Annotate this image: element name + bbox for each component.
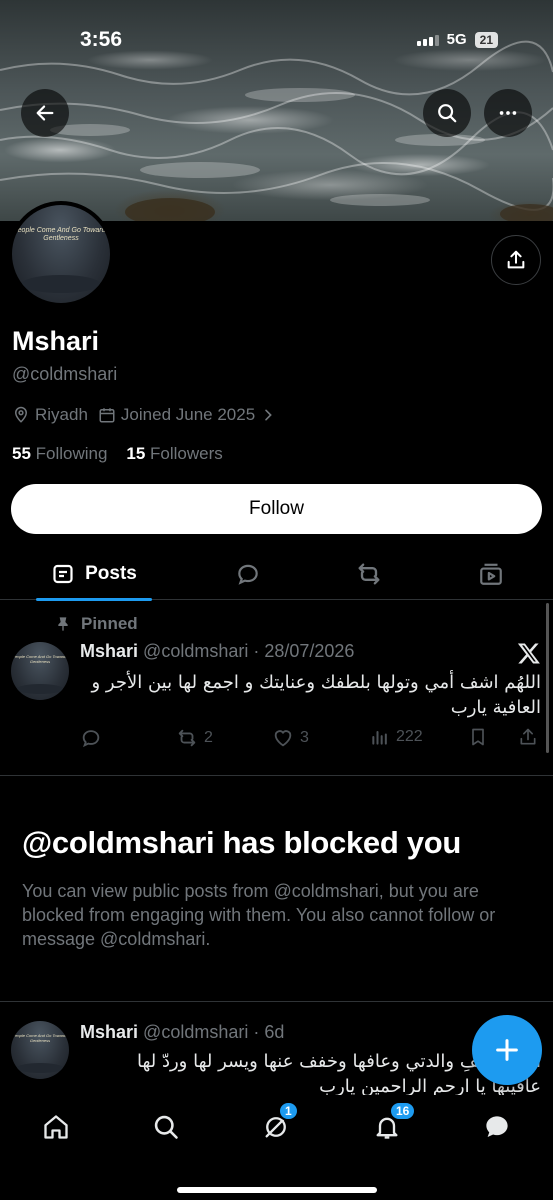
battery-icon: 21 <box>474 31 498 48</box>
chevron-right-icon <box>265 409 272 421</box>
home-icon <box>44 1115 68 1139</box>
heart-icon <box>274 730 292 747</box>
like-button[interactable]: 3 <box>272 727 309 749</box>
followers-link[interactable]: 15 Followers <box>126 444 222 463</box>
search-icon <box>438 104 457 123</box>
following-count: 55 <box>12 444 31 463</box>
pin-icon <box>58 617 68 631</box>
share-profile-button[interactable] <box>491 235 541 285</box>
replies-icon <box>238 564 258 585</box>
reply-button[interactable] <box>80 727 102 749</box>
like-count: 3 <box>300 729 309 746</box>
arrow-left-icon <box>36 105 54 121</box>
pinned-label: Pinned <box>81 614 138 633</box>
post-handle-date: @coldmshari · 28/07/2026 <box>143 641 355 661</box>
divider <box>0 775 553 776</box>
home-indicator[interactable] <box>177 1187 377 1193</box>
status-indicators: 5G 21 <box>416 31 498 48</box>
more-horizontal-icon <box>499 111 517 115</box>
nav-messages[interactable] <box>477 1107 517 1147</box>
chat-bubble-icon <box>486 1116 508 1137</box>
tab-posts-label: Posts <box>85 563 137 584</box>
followers-label: Followers <box>150 444 223 463</box>
bottom-navigation: 1 16 <box>0 1095 553 1200</box>
location-item: Riyadh <box>12 405 88 425</box>
profile-handle: @coldmshari <box>12 364 118 384</box>
notifications-badge: 16 <box>389 1101 417 1121</box>
x-logo-icon <box>517 643 540 664</box>
repost-button[interactable]: 2 <box>176 727 213 749</box>
post-header: Mshari @coldmshari · 28/07/2026 <box>80 641 354 662</box>
share-icon <box>507 250 525 269</box>
post-author[interactable]: Mshari <box>80 1022 138 1042</box>
pinned-indicator: Pinned <box>55 614 138 634</box>
back-button[interactable] <box>21 89 69 137</box>
profile-meta: Riyadh Joined June 2025 <box>12 405 286 425</box>
bookmark-button[interactable] <box>468 727 488 747</box>
repost-icon <box>178 729 196 747</box>
signal-icon <box>416 34 439 46</box>
follow-button[interactable]: Follow <box>11 484 542 534</box>
nav-search[interactable] <box>146 1107 186 1147</box>
nav-notifications[interactable]: 16 <box>367 1101 417 1147</box>
post-author[interactable]: Mshari <box>80 641 138 661</box>
compose-post-button[interactable] <box>472 1015 542 1085</box>
following-label: Following <box>35 444 108 463</box>
location-text: Riyadh <box>35 405 88 424</box>
profile-name: Mshari <box>12 326 100 356</box>
search-button[interactable] <box>423 89 471 137</box>
location-pin-icon <box>14 406 28 423</box>
calendar-icon <box>99 408 115 423</box>
post-avatar[interactable]: People Come And Go Towards Gentleness <box>11 1021 69 1079</box>
media-icon <box>480 563 502 585</box>
avatar-cap-text: People Come And Go Towards Gentleness <box>12 654 68 664</box>
bookmark-icon <box>472 728 484 746</box>
repost-count: 2 <box>204 729 213 746</box>
tab-replies[interactable] <box>225 548 271 600</box>
nav-grok[interactable]: 1 <box>256 1101 299 1147</box>
follow-stats: 55 Following 15 Followers <box>12 444 223 464</box>
avatar-cap-text: People Come And Go Towards Gentleness <box>13 227 109 242</box>
post-avatar[interactable]: People Come And Go Towards Gentleness <box>11 642 69 700</box>
post-share-button[interactable] <box>518 727 538 747</box>
search-icon <box>154 1115 178 1139</box>
grok-badge: 1 <box>278 1101 299 1121</box>
profile-tabs: Posts <box>0 548 553 601</box>
post-handle-date: @coldmshari · 6d <box>143 1022 285 1042</box>
blocked-title: @coldmshari has blocked you <box>22 825 462 860</box>
plus-icon <box>496 1039 518 1061</box>
views-button[interactable]: 222 <box>370 727 423 747</box>
post-text[interactable]: اللهُم اشف أمي وتولها بلطفك وعنايتك و اج… <box>80 670 542 720</box>
share-icon <box>520 728 536 745</box>
reposts-icon <box>358 563 380 585</box>
divider <box>0 1001 553 1002</box>
joined-item[interactable]: Joined June 2025 <box>98 405 276 425</box>
views-count: 222 <box>396 728 423 745</box>
tab-media[interactable] <box>468 548 514 600</box>
network-label: 5G <box>446 31 467 48</box>
reply-icon <box>82 730 100 748</box>
nav-home[interactable] <box>36 1107 76 1147</box>
post-actions: 2 3 222 <box>80 727 542 753</box>
followers-count: 15 <box>126 444 146 463</box>
joined-text: Joined June 2025 <box>120 405 256 424</box>
more-options-button[interactable] <box>484 89 532 137</box>
profile-banner[interactable]: 3:56 5G 21 <box>0 0 553 221</box>
scrollbar[interactable] <box>546 603 549 753</box>
blocked-description: You can view public posts from @coldmsha… <box>22 881 496 949</box>
analytics-icon <box>372 731 387 745</box>
tab-posts[interactable]: Posts <box>36 548 152 601</box>
profile-avatar[interactable]: People Come And Go Towards Gentleness <box>8 201 114 307</box>
tab-reposts[interactable] <box>346 548 392 600</box>
avatar-cap-text: People Come And Go Towards Gentleness <box>12 1033 68 1043</box>
post-header: Mshari @coldmshari · 6d <box>80 1022 284 1043</box>
status-time: 3:56 <box>80 28 123 51</box>
following-link[interactable]: 55 Following <box>12 444 107 463</box>
posts-icon <box>53 564 73 584</box>
